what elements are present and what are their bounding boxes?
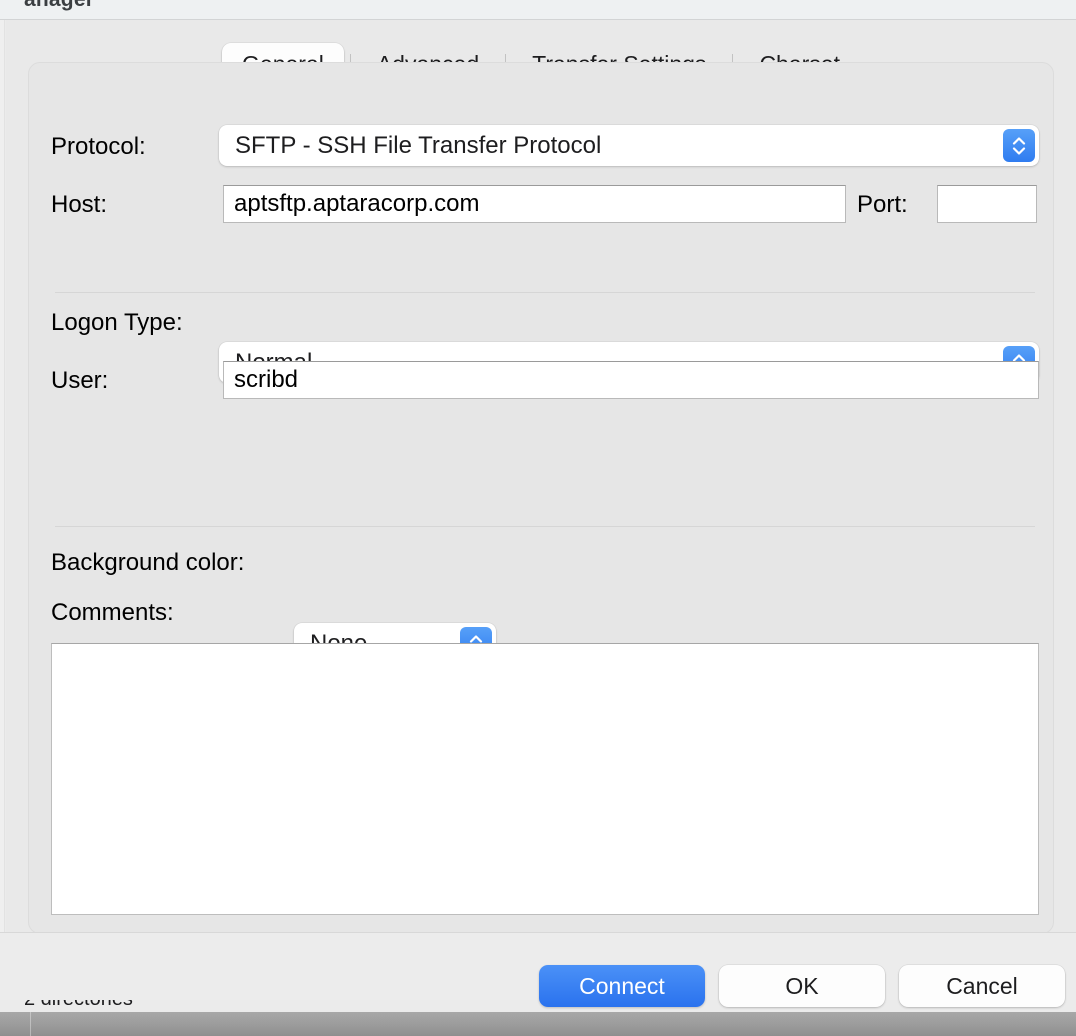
protocol-dropdown[interactable]: SFTP - SSH File Transfer Protocol xyxy=(219,125,1039,166)
protocol-value: SFTP - SSH File Transfer Protocol xyxy=(235,131,602,159)
general-tab-panel: Protocol: SFTP - SSH File Transfer Proto… xyxy=(28,62,1054,932)
protocol-row: Protocol: xyxy=(51,133,221,161)
pane-divider xyxy=(30,1012,31,1036)
user-label: User: xyxy=(51,367,109,394)
logon-type-row: Logon Type: xyxy=(51,309,221,337)
port-row: Port: xyxy=(857,191,908,219)
status-bar-text: 2 directories xyxy=(24,1000,133,1011)
cancel-button[interactable]: Cancel xyxy=(899,965,1065,1007)
host-value: aptsftp.aptaracorp.com xyxy=(234,190,480,217)
window-left-edge xyxy=(0,20,5,932)
site-manager-dialog: General Advanced Transfer Settings Chars… xyxy=(6,20,1076,932)
comments-label: Comments: xyxy=(51,599,174,626)
window-title: anager xyxy=(24,0,94,12)
comments-value xyxy=(52,644,1038,660)
chevron-up-down-icon[interactable] xyxy=(1003,129,1035,162)
port-label: Port: xyxy=(857,191,908,218)
comments-textarea[interactable] xyxy=(51,643,1039,915)
host-label: Host: xyxy=(51,191,108,218)
user-value: scribd xyxy=(234,366,299,393)
user-input[interactable]: scribd xyxy=(223,361,1039,399)
comments-row: Comments: xyxy=(51,599,174,627)
host-row: Host: xyxy=(51,191,221,219)
protocol-label: Protocol: xyxy=(51,133,146,160)
background-color-label: Background color: xyxy=(51,549,245,576)
background-color-row: Background color: xyxy=(51,549,244,577)
connect-button[interactable]: Connect xyxy=(539,965,705,1007)
ok-button[interactable]: OK xyxy=(719,965,885,1007)
host-input[interactable]: aptsftp.aptaracorp.com xyxy=(223,185,846,223)
logon-type-label: Logon Type: xyxy=(51,309,183,336)
dialog-footer: Connect OK Cancel xyxy=(0,933,1076,1007)
window-bottom-chrome xyxy=(0,1012,1076,1036)
section-divider xyxy=(55,526,1035,527)
window-titlebar: anager xyxy=(0,0,1076,20)
section-divider xyxy=(55,292,1035,293)
port-input[interactable] xyxy=(937,185,1037,223)
user-row: User: xyxy=(51,367,221,395)
